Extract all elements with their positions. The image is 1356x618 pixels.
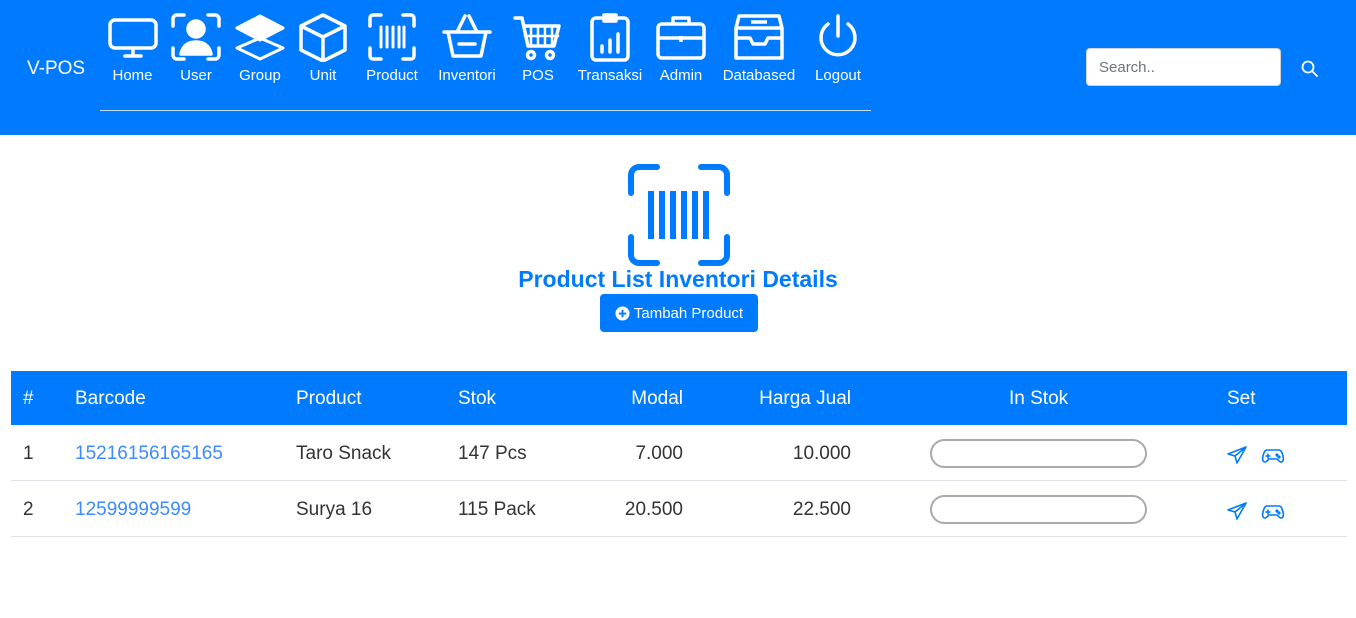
nav-home[interactable]: Home (105, 12, 160, 90)
send-button[interactable] (1225, 445, 1249, 465)
cell-product: Taro Snack (296, 443, 392, 464)
nav-admin[interactable]: Admin (655, 12, 707, 90)
barcode-icon (368, 13, 416, 61)
in-stock-toggle[interactable] (930, 495, 1147, 524)
nav-pos[interactable]: POS (512, 12, 564, 90)
nav-user[interactable]: User (170, 12, 222, 90)
nav-unit-label: Unit (309, 67, 337, 84)
controller-button[interactable] (1261, 445, 1285, 465)
header-product: Product (296, 388, 362, 409)
nav-transaksi[interactable]: Transaksi (575, 12, 645, 90)
cell-no: 2 (23, 499, 34, 520)
nav-databased-label: Databased (722, 67, 796, 84)
brand-logo[interactable]: V-POS (27, 58, 85, 80)
plus-circle-icon (615, 305, 630, 321)
nav-product[interactable]: Product (359, 12, 425, 90)
in-stock-toggle[interactable] (930, 439, 1147, 468)
nav-admin-label: Admin (659, 67, 703, 84)
nav-pos-label: POS (522, 67, 554, 84)
briefcase-icon (656, 16, 706, 60)
controller-button[interactable] (1261, 501, 1285, 521)
header-no: # (23, 388, 34, 409)
cart-icon (513, 16, 561, 61)
nav-databased[interactable]: Databased (720, 12, 798, 90)
monitor-icon (107, 18, 158, 58)
cell-harga-jual: 10.000 (792, 443, 851, 464)
table-row: 1 15216156165165 Taro Snack 147 Pcs 7.00… (11, 425, 1347, 481)
user-icon (171, 13, 221, 61)
search-button[interactable] (1296, 56, 1324, 80)
cell-harga-jual: 22.500 (792, 499, 851, 520)
cell-barcode-link[interactable]: 15216156165165 (75, 443, 223, 465)
nav-logout[interactable]: Logout (810, 12, 866, 90)
barcode-scan-icon (628, 164, 730, 266)
cell-modal: 7.000 (635, 443, 683, 464)
add-product-button[interactable]: Tambah Product (600, 294, 758, 332)
header-stok: Stok (458, 388, 497, 409)
top-navbar: V-POS Home User Group Unit Product Inven… (0, 0, 1356, 135)
cell-stok: 147 Pcs (458, 443, 527, 464)
gamepad-icon (1261, 505, 1285, 519)
nav-group[interactable]: Group (233, 12, 287, 90)
cell-product: Surya 16 (296, 499, 373, 520)
cell-modal: 20.500 (624, 499, 683, 520)
header-harga-jual: Harga Jual (759, 388, 851, 409)
cell-barcode-link[interactable]: 12599999599 (75, 499, 191, 521)
layers-icon (235, 14, 285, 61)
nav-product-label: Product (366, 67, 418, 84)
cell-no: 1 (23, 443, 34, 464)
nav-unit[interactable]: Unit (297, 12, 349, 90)
send-icon (1227, 446, 1247, 464)
main-nav: Home User Group Unit Product Inventori P… (100, 12, 871, 111)
nav-transaksi-label: Transaksi (577, 67, 643, 84)
power-icon (819, 14, 857, 57)
table-row: 2 12599999599 Surya 16 115 Pack 20.500 2… (11, 481, 1347, 537)
header-barcode: Barcode (75, 388, 146, 409)
search-icon (1301, 60, 1318, 77)
nav-home-label: Home (112, 67, 153, 84)
gamepad-icon (1261, 449, 1285, 463)
product-table: # Barcode Product Stok Modal Harga Jual … (11, 371, 1347, 537)
basket-icon (442, 14, 492, 58)
page-title: Product List Inventori Details (518, 266, 838, 292)
report-icon (590, 13, 630, 62)
nav-group-label: Group (239, 67, 281, 84)
nav-inventori-label: Inventori (438, 67, 496, 84)
search-input[interactable] (1086, 48, 1281, 86)
send-button[interactable] (1225, 501, 1249, 521)
nav-inventori[interactable]: Inventori (434, 12, 500, 90)
header-in-stok: In Stok (1009, 388, 1069, 409)
box-icon (299, 13, 347, 62)
inbox-icon (734, 14, 784, 60)
cell-stok: 115 Pack (458, 499, 536, 520)
nav-user-label: User (180, 67, 212, 84)
table-header: # Barcode Product Stok Modal Harga Jual … (11, 371, 1347, 425)
send-icon (1227, 502, 1247, 520)
nav-logout-label: Logout (815, 67, 861, 84)
header-modal: Modal (631, 388, 683, 409)
header-set: Set (1227, 388, 1256, 409)
add-product-label: Tambah Product (633, 304, 744, 322)
